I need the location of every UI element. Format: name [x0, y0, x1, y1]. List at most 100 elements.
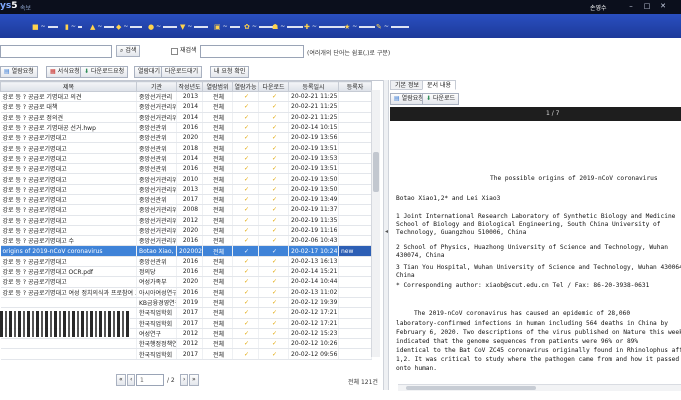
cell-date: 20-02-19 13:49:13 [288, 194, 339, 206]
cell-year: 2017 [176, 307, 203, 319]
menu-item-1[interactable]: ■ ~ [32, 22, 58, 31]
table-row[interactable]: 강로 등 ? 공급로기명대고 중앙선거관리위(2008 전체 ✓ ✓ 20-02-19 1… [0, 204, 372, 216]
table-row[interactable]: 강로 등 ? 공급로기명대고 중앙선거관리위(2020 전체 ✓ ✓ 20-02-19 1… [0, 225, 372, 237]
view-request-button[interactable]: ▤ 열람요청 [0, 66, 38, 78]
cell-year: 2016 [176, 256, 203, 268]
table-header: 제목 기관 작성년도 열람범위 열람가능 다운로드 등록일시 등록자 [0, 81, 372, 92]
menu-item-3[interactable]: ▲ ~ [90, 22, 115, 31]
tab-document-content[interactable]: 문서 내용 [422, 80, 456, 90]
cell-registrant [338, 297, 372, 309]
tab-basic-info[interactable]: 기본 정보 [390, 80, 424, 90]
panel-splitter[interactable]: ◂ [383, 80, 389, 390]
next-button[interactable]: › [180, 374, 189, 386]
table-row[interactable]: 강로 등 ? 공급로기명대고 중앙선관위 2020 전체 ✓ ✓ 20-02-19 13:5… [0, 132, 372, 144]
cell-year: 2013 [176, 91, 203, 103]
table-row[interactable]: 강로 등 ? 공급로기명대고 중앙선거관리위(2010 전체 ✓ ✓ 20-02-19 1… [0, 173, 372, 185]
table-row[interactable]: 강로 등 ? 공급로 기명대공 선거.hwp 중앙선관위 2016 전체 ✓ ✓ 20-02… [0, 122, 372, 134]
table-row[interactable]: 강로 등 ? 공급로기명대고 중앙선관위 2016 전체 ✓ ✓ 20-02-13 16:1… [0, 256, 372, 268]
close-icon[interactable]: ✕ [658, 2, 668, 11]
table-row[interactable]: 강로 등 ? 공급로 대책 중앙선거관리위(2014 전체 ✓ ✓ 20-02-21 11… [0, 101, 372, 113]
viewer-horizontal-scrollbar[interactable] [398, 384, 681, 391]
menu-item-12[interactable]: ✎ ~ [376, 22, 409, 31]
cell-dl: ✓ [258, 153, 289, 165]
table-row[interactable]: 강로 등 ? 공급로기명대고 여성 정치의식과 프로참여 고 아시아여성연구 201… [0, 287, 372, 298]
keyword-input[interactable] [200, 45, 304, 58]
list-scrollbar[interactable] [371, 90, 380, 357]
form-request-button[interactable]: ▦ 서식요청 [46, 66, 84, 78]
paper-body: The 2019-nCoV coronavirus has caused an … [414, 310, 631, 317]
detail-download-button[interactable]: ⬇ 다운로드 [422, 93, 460, 105]
cell-org: 중앙선거관리위( [136, 225, 177, 237]
menu-item-2[interactable]: ▮ ~ [65, 22, 82, 31]
cell-view: ✓ [232, 142, 259, 154]
column-header-title[interactable]: 제목 [0, 81, 137, 92]
user-name[interactable]: 손영수 [590, 3, 607, 12]
cell-date: 20-02-14 10:15:09 [288, 122, 339, 134]
collapse-arrow-icon[interactable]: ◂ [384, 228, 389, 235]
table-row[interactable]: 강로 등 ? 공급로기명대고 중앙선관위 2018 전체 ✓ ✓ 20-02-19 13:5… [0, 142, 372, 154]
table-row[interactable]: 강로 등 ? 공급로기명대고 중앙선거관리위(2013 전체 ✓ ✓ 20-02-19 1… [0, 184, 372, 195]
cell-scope: 전체 [202, 225, 233, 237]
column-header-viewable[interactable]: 열람가능 [232, 81, 259, 92]
menu-icon: ● [148, 22, 155, 31]
prev-button[interactable]: ‹ [127, 374, 136, 386]
column-header-registrant[interactable]: 등록자 [338, 81, 372, 92]
table-row[interactable]: 한국직업학회2017전체✓✓20-02-12 09:56:37 [0, 348, 372, 360]
paper-body: 1,2. It was critical to study where the … [396, 356, 680, 363]
menu-item-9[interactable]: ☗ ~ [272, 22, 304, 31]
column-header-download[interactable]: 다운로드 [258, 81, 289, 92]
scrollbar-thumb[interactable] [406, 386, 536, 390]
re-search-checkbox[interactable]: 재검색 [168, 45, 200, 57]
menu-item-6[interactable]: ▼ ~ [180, 22, 209, 31]
cell-org: 중앙선관위 [136, 122, 177, 134]
column-header-year[interactable]: 작성년도 [176, 81, 203, 92]
prev-page-button[interactable]: « [116, 374, 126, 386]
total-pages: / 2 [167, 377, 175, 384]
cell-view: ✓ [232, 153, 259, 165]
menu-item-10[interactable]: ✚ ~ [304, 22, 345, 31]
search-button[interactable]: ⌕ 검색 [116, 45, 141, 57]
scrollbar-thumb[interactable] [373, 152, 379, 192]
download-request-button[interactable]: ⬇ 다운로드요청 [80, 66, 129, 78]
cell-registrant [338, 204, 372, 216]
pagination: « ‹ 1 / 2 › » 전체 121건 [0, 372, 383, 388]
menu-item-11[interactable]: ★ ~ [344, 22, 376, 31]
table-row[interactable]: 강로 등 ? 공급로 정의견 중앙선거관리위(2014 전체 ✓ ✓ 20-02-21 1… [0, 112, 372, 123]
table-row[interactable]: 한국행정정책연(2012전체✓✓20-02-12 10:26:57 [0, 338, 372, 350]
paper-affiliation: 3 Tian You Hospital, Wuhan University of… [396, 264, 681, 271]
download-pending-button[interactable]: 다운로드대기 [161, 66, 203, 78]
view-pending-button[interactable]: 열람대기 [134, 66, 165, 78]
table-row[interactable]: 강로 등 ? 공급로기명대고 중앙선관위 2017 전체 ✓ ✓ 20-02-19 13:4… [0, 194, 372, 206]
page-input[interactable]: 1 [136, 374, 164, 386]
menu-item-4[interactable]: ◆ ~ [116, 22, 143, 31]
column-header-scope[interactable]: 열람범위 [202, 81, 233, 92]
table-row[interactable]: 강로 등 ? 공급로 기명대고 의견 중앙선거관리 2013 전체 ✓ ✓ 20-02-21… [0, 91, 372, 103]
table-row[interactable]: 강로 등 ? 공급로기명대고 중앙선거관리위(2012 전체 ✓ ✓ 20-02-19 1… [0, 215, 372, 226]
next-page-button[interactable]: » [189, 374, 199, 386]
table-row[interactable]: KB금융경영연구2019전체✓✓20-02-12 19:39:42 [0, 297, 372, 309]
cell-year: 2019 [176, 297, 203, 309]
maximize-icon[interactable]: □ [642, 2, 652, 11]
column-header-org[interactable]: 기관 [136, 81, 177, 92]
my-requests-button[interactable]: 내 요청 확인 [210, 66, 250, 78]
cell-dl: ✓ [258, 348, 289, 360]
menu-item-7[interactable]: ▣ ~ [214, 22, 240, 31]
table-row[interactable]: 강로 등 ? 공급로기명대고 중앙선관위 2016 전체 ✓ ✓ 20-02-19 13:5… [0, 163, 372, 175]
cell-dl: ✓ [258, 173, 289, 185]
table-row[interactable]: 강로 등 ? 공급로기명대고 중앙선관위 2014 전체 ✓ ✓ 20-02-19 13:5… [0, 153, 372, 165]
menu-item-8[interactable]: ✿ ~ [244, 22, 273, 31]
double-chevron-right-icon: » [192, 376, 196, 383]
minimize-icon[interactable]: – [626, 2, 636, 11]
search-input[interactable] [0, 45, 112, 58]
column-header-date[interactable]: 등록일시 [288, 81, 339, 92]
table-row[interactable]: origins of 2019-nCoV coronavirus Botao Xi… [0, 245, 372, 257]
menu-item-5[interactable]: ● ~ [148, 22, 178, 31]
cell-registrant [338, 101, 372, 113]
cell-scope: 전체 [202, 287, 233, 298]
table-row[interactable]: 강로 등 ? 공급로기명대고 OCR.pdf 정의당 2016 전체 ✓ ✓ 20-02-1… [0, 266, 372, 278]
cell-view: ✓ [232, 163, 259, 175]
table-row[interactable]: 강로 등 ? 공급로기명대고 여성가족부 2020 전체 ✓ ✓ 20-02-14 10:4… [0, 276, 372, 288]
table-row[interactable]: 강로 등 ? 공급로기명대고 수 중앙선거관리위(2016 전체 ✓ ✓ 20-02-06… [0, 235, 372, 247]
cell-dl: ✓ [258, 266, 289, 278]
cell-org: 한국직업학회 [136, 307, 177, 319]
